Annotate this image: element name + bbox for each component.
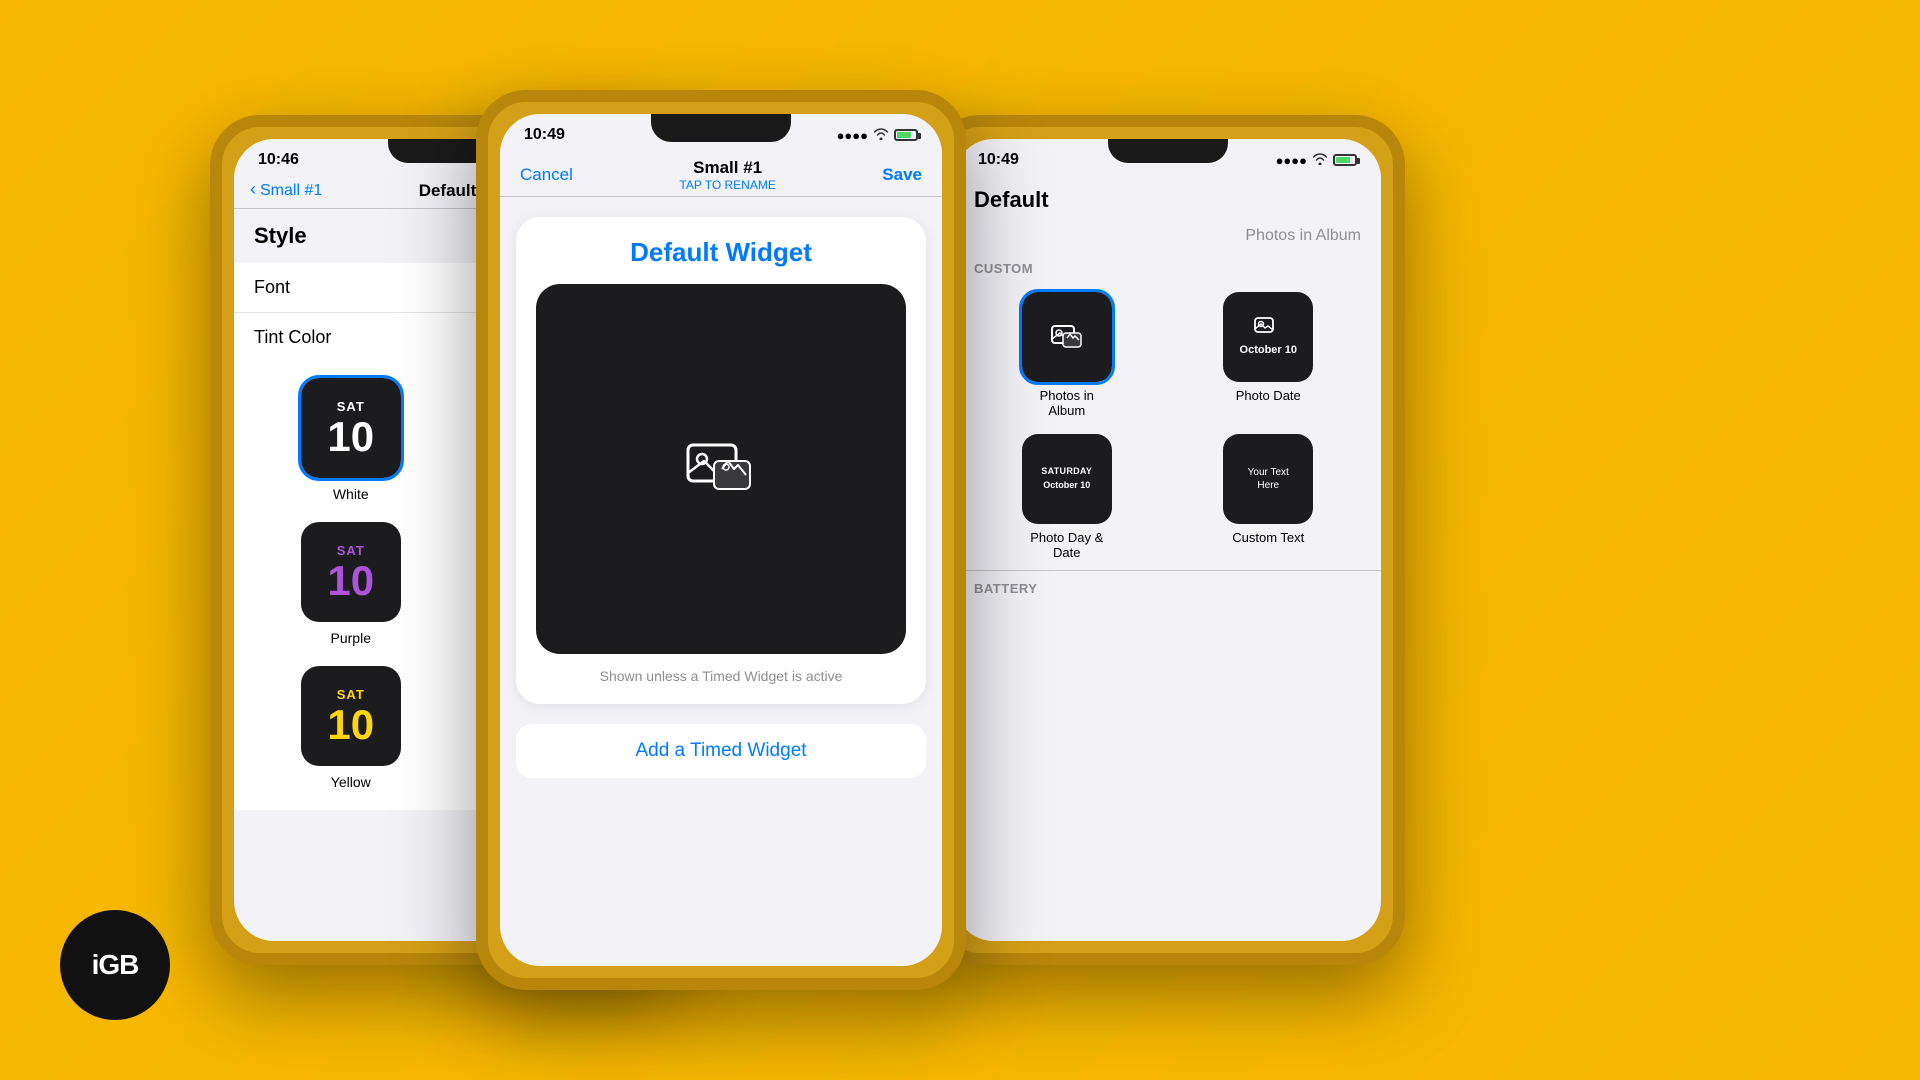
- back-chevron-icon: ‹: [250, 179, 256, 200]
- color-name-yellow: Yellow: [331, 774, 371, 790]
- widget-num-purple: 10: [327, 560, 374, 602]
- photo-placeholder-icon: [686, 439, 756, 499]
- custom-text-your-text: Your TextHere: [1248, 466, 1289, 492]
- color-name-white: White: [333, 486, 369, 502]
- right-status-time: 10:49: [978, 151, 1019, 169]
- widget-option-custom-text[interactable]: Your TextHere Custom Text: [1176, 434, 1362, 560]
- center-phone: 10:49 ●●●● Cancel Small #1: [476, 90, 966, 990]
- right-battery-icon: [1333, 154, 1357, 166]
- right-signal-icon: ●●●●: [1276, 153, 1307, 168]
- widget-num-yellow: 10: [327, 704, 374, 746]
- save-button[interactable]: Save: [882, 165, 922, 185]
- right-default-header: Default: [954, 173, 1381, 221]
- color-option-purple[interactable]: SAT 10 Purple: [254, 512, 448, 656]
- widget-card-title: Default Widget: [536, 237, 906, 268]
- battery-section-label: BATTERY: [954, 570, 1381, 600]
- add-timed-widget-button[interactable]: Add a Timed Widget: [516, 724, 926, 778]
- widget-card: Default Widget Shown unless a Timed Widg…: [516, 217, 926, 704]
- igb-logo: iGB: [60, 910, 170, 1020]
- widget-caption: Shown unless a Timed Widget is active: [536, 668, 906, 684]
- widget-day-white: SAT: [337, 399, 365, 414]
- widget-thumb-photo-date: October 10: [1223, 292, 1313, 382]
- back-label: Small #1: [260, 182, 322, 200]
- center-title-block: Small #1 TAP TO RENAME: [679, 158, 775, 192]
- igb-logo-text: iGB: [92, 949, 139, 981]
- widget-label-photos-album: Photos inAlbum: [1040, 388, 1094, 418]
- center-phone-screen: 10:49 ●●●● Cancel Small #1: [500, 114, 942, 966]
- widget-label-custom-text: Custom Text: [1232, 530, 1304, 545]
- widget-options-grid: Photos inAlbum October 10 Photo Date: [954, 282, 1381, 570]
- widget-day-purple: SAT: [337, 543, 365, 558]
- widget-label-photo-day-date: Photo Day &Date: [1030, 530, 1103, 560]
- center-rename-hint[interactable]: TAP TO RENAME: [679, 178, 775, 192]
- photo-date-text: October 10: [1240, 343, 1297, 357]
- widget-main-preview: [536, 284, 906, 654]
- widget-preview-purple: SAT 10: [301, 522, 401, 622]
- widget-thumb-photo-day-date: SATURDAY October 10: [1022, 434, 1112, 524]
- right-wifi-icon: [1312, 153, 1328, 168]
- center-battery-icon: [894, 129, 918, 141]
- center-signal-icon: ●●●●: [837, 128, 868, 143]
- right-custom-section-label: CUSTOM: [954, 255, 1381, 282]
- day-date-saturday: SATURDAY: [1041, 466, 1092, 478]
- left-nav-title: Default: [419, 181, 477, 201]
- cancel-button[interactable]: Cancel: [520, 165, 573, 185]
- back-button[interactable]: ‹ Small #1: [250, 181, 322, 200]
- photo-date-icon: [1254, 317, 1282, 339]
- center-wifi-icon: [873, 128, 889, 143]
- widget-thumb-photos-album: [1022, 292, 1112, 382]
- right-phone-screen: 10:49 ●●●● Default Photos in Album CUSTO…: [954, 139, 1381, 941]
- color-option-yellow[interactable]: SAT 10 Yellow: [254, 656, 448, 800]
- widget-option-photo-day-date[interactable]: SATURDAY October 10 Photo Day &Date: [974, 434, 1160, 560]
- widget-option-photos-album[interactable]: Photos inAlbum: [974, 292, 1160, 418]
- center-status-time: 10:49: [524, 126, 565, 144]
- right-status-icons: ●●●●: [1276, 153, 1357, 168]
- photos-album-icon: [1051, 323, 1083, 351]
- right-phone-notch: [1108, 139, 1228, 163]
- center-status-icons: ●●●●: [837, 128, 918, 143]
- color-name-purple: Purple: [331, 630, 371, 646]
- color-option-white[interactable]: SAT 10 White: [254, 368, 448, 512]
- widget-preview-white: SAT 10: [301, 378, 401, 478]
- widget-day-yellow: SAT: [337, 687, 365, 702]
- widget-thumb-custom-text: Your TextHere: [1223, 434, 1313, 524]
- center-phone-notch: [651, 114, 791, 142]
- widget-label-photo-date: Photo Date: [1236, 388, 1301, 403]
- right-subheader: Photos in Album: [954, 221, 1381, 255]
- right-phone: 10:49 ●●●● Default Photos in Album CUSTO…: [930, 115, 1405, 965]
- widget-num-white: 10: [327, 416, 374, 458]
- center-nav-bar: Cancel Small #1 TAP TO RENAME Save: [500, 148, 942, 197]
- left-status-time: 10:46: [258, 151, 299, 169]
- day-date-october10: October 10: [1043, 480, 1090, 492]
- center-widget-title: Small #1: [679, 158, 775, 178]
- widget-option-photo-date[interactable]: October 10 Photo Date: [1176, 292, 1362, 418]
- widget-preview-yellow: SAT 10: [301, 666, 401, 766]
